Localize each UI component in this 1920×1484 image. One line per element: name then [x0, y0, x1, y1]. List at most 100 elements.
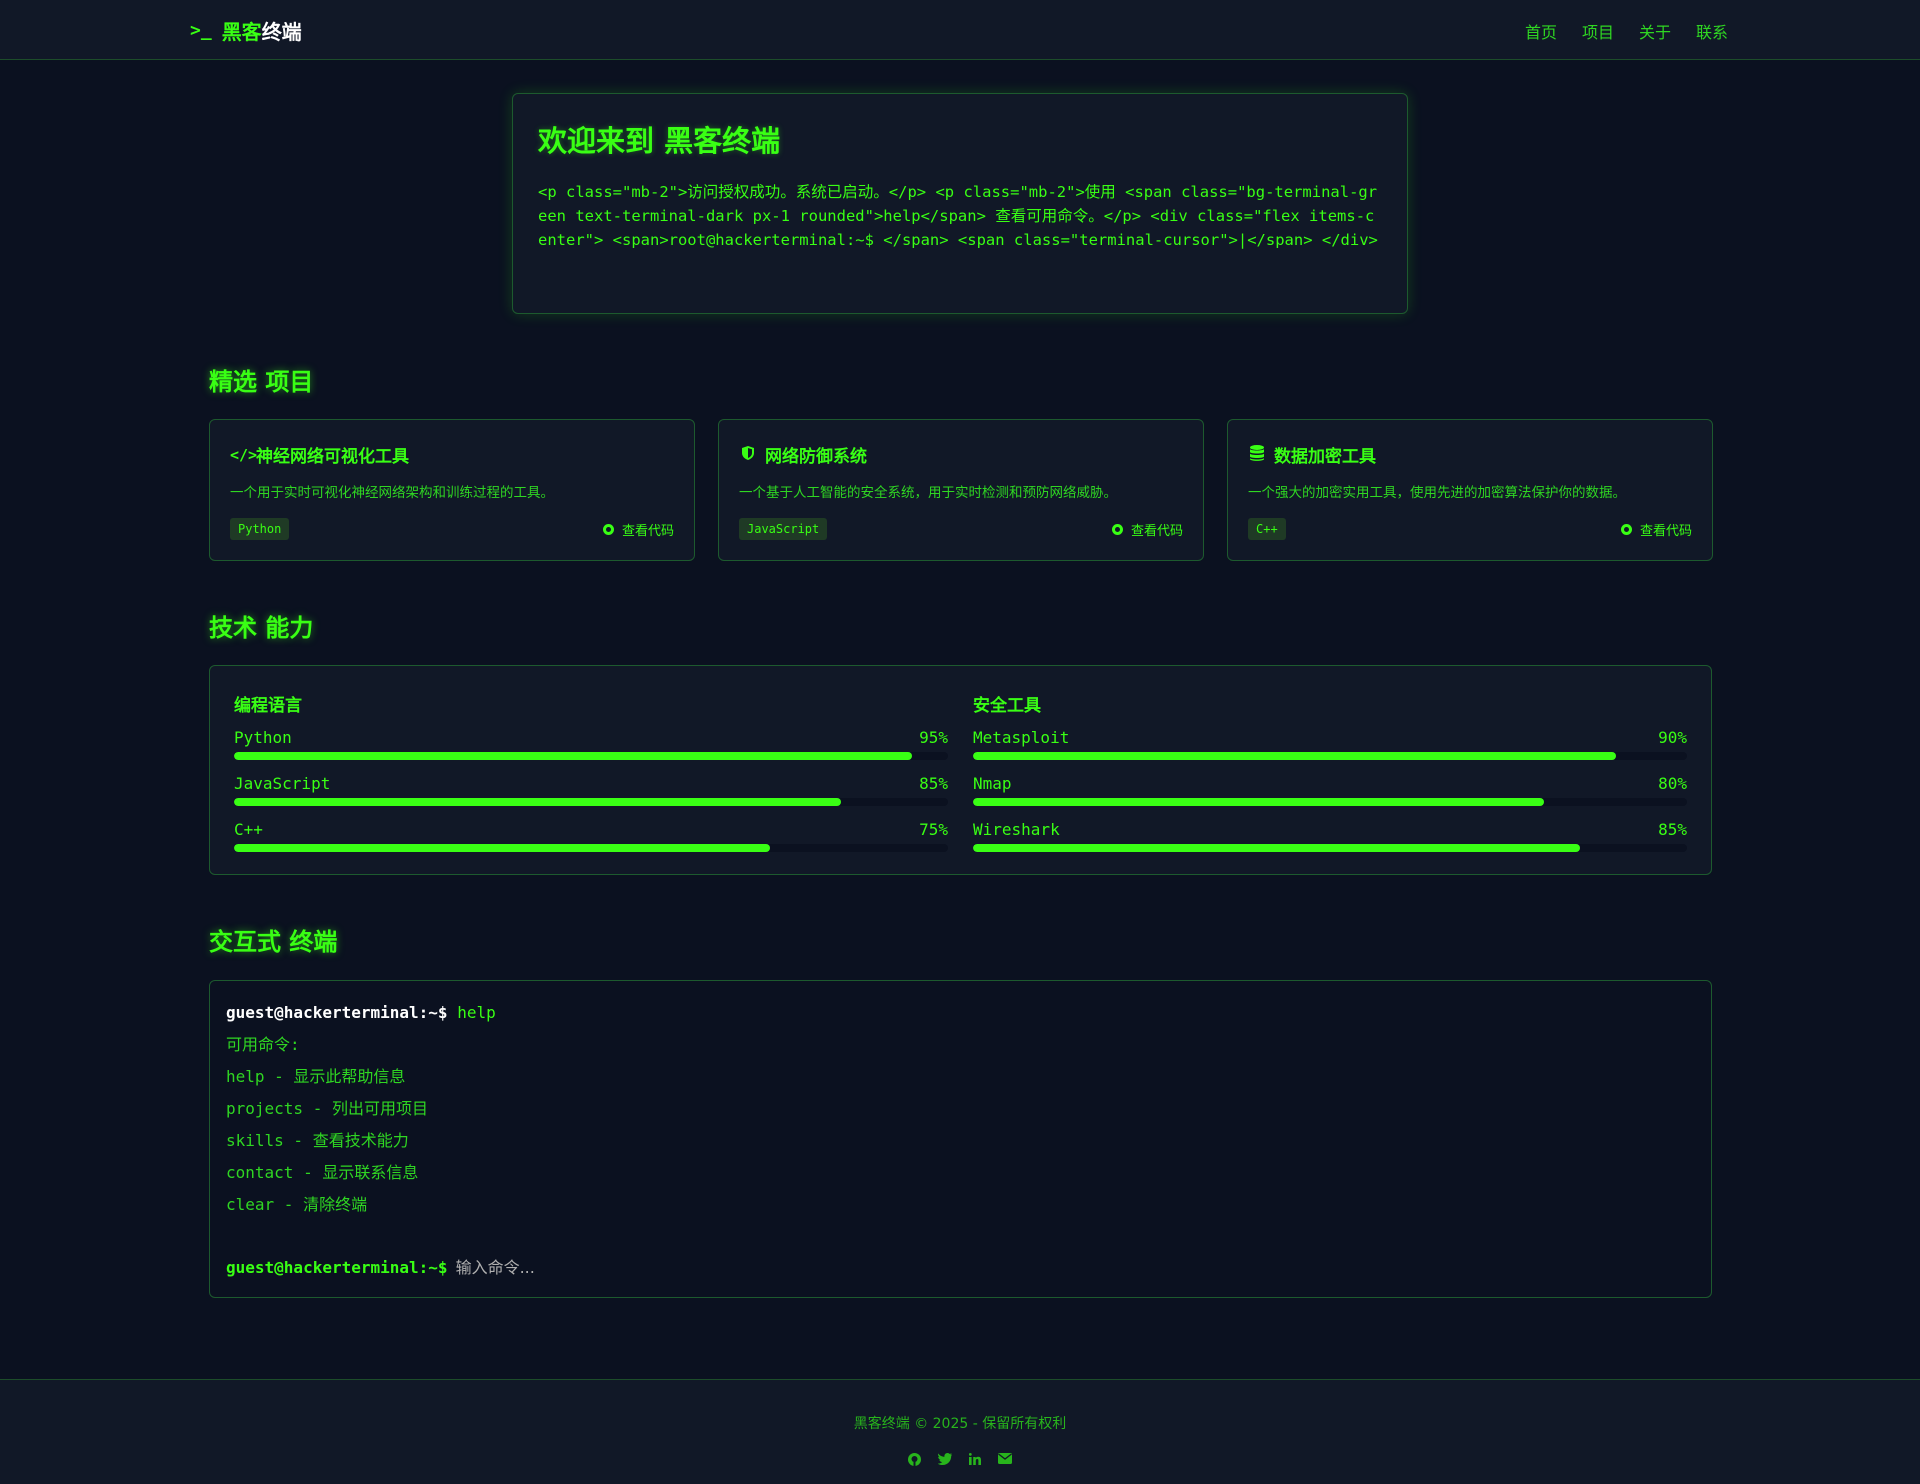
language-tag: C++: [1248, 518, 1286, 540]
skill-progress-fill: [234, 844, 770, 852]
nav-link-contact[interactable]: 联系: [1696, 19, 1728, 43]
welcome-panel: 欢迎来到 黑客终端 <p class="mb-2">访问授权成功。系统已启动。<…: [512, 93, 1408, 314]
skill-row: Python 95%: [234, 728, 948, 760]
welcome-title: 欢迎来到 黑客终端: [538, 124, 781, 158]
view-code-label: 查看代码: [1130, 523, 1183, 539]
terminal-icon: >_: [190, 20, 212, 41]
shield-icon: [739, 445, 757, 464]
skill-row: Metasploit 90%: [973, 728, 1687, 760]
skill-progress-fill: [973, 752, 1616, 760]
project-card: 数据加密工具 一个强大的加密实用工具，使用先进的加密算法保护你的数据。 C++ …: [1227, 419, 1713, 561]
project-card: </> 神经网络可视化工具 一个用于实时可视化神经网络架构和训练过程的工具。 P…: [209, 419, 695, 561]
skill-progress-fill: [234, 798, 841, 806]
terminal-output-line: projects - 列出可用项目: [226, 1099, 428, 1118]
projects-section-title: 精选 项目: [209, 367, 314, 396]
social-links: [0, 1453, 1920, 1470]
skill-progress-fill: [973, 798, 1545, 806]
skill-name: Nmap: [973, 774, 1012, 793]
github-icon: [602, 523, 614, 535]
interactive-terminal[interactable]: guest@hackerterminal:~$ help 可用命令: help …: [209, 980, 1712, 1298]
skill-row: Wireshark 85%: [973, 820, 1687, 852]
terminal-output-line: 可用命令:: [226, 1035, 300, 1054]
view-code-link[interactable]: 查看代码: [1111, 520, 1183, 539]
terminal-output-line: help - 显示此帮助信息: [226, 1067, 406, 1086]
nav-link-projects[interactable]: 项目: [1582, 19, 1614, 43]
terminal-input[interactable]: [455, 1258, 1056, 1277]
skill-row: Nmap 80%: [973, 774, 1687, 806]
skill-name: Wireshark: [973, 820, 1060, 839]
skills-tools-column: 安全工具 Metasploit 90% Nmap 80% Wireshark 85%: [973, 691, 1687, 866]
project-title: 神经网络可视化工具: [256, 447, 409, 467]
skill-percent: 85%: [919, 774, 948, 793]
code-icon: </>: [230, 445, 258, 464]
skill-percent: 95%: [919, 728, 948, 747]
email-icon[interactable]: [998, 1453, 1012, 1470]
skill-percent: 80%: [1658, 774, 1687, 793]
footer-copyright: 黑客终端 © 2025 - 保留所有权利: [853, 1416, 1067, 1432]
skill-percent: 75%: [919, 820, 948, 839]
projects-grid: </> 神经网络可视化工具 一个用于实时可视化神经网络架构和训练过程的工具。 P…: [209, 419, 1713, 561]
brand-logo[interactable]: >_ 黑客 终端: [190, 16, 302, 45]
terminal-output-line: contact - 显示联系信息: [226, 1163, 419, 1182]
project-card-title: 网络防御系统: [739, 442, 1183, 467]
project-card-footer: C++ 查看代码: [1248, 518, 1692, 540]
skill-progress-bar: [234, 844, 948, 852]
skill-progress-fill: [234, 752, 913, 760]
skill-percent: 85%: [1658, 820, 1687, 839]
github-icon: [1620, 523, 1632, 535]
project-card-footer: JavaScript 查看代码: [739, 518, 1183, 540]
nav-link-home[interactable]: 首页: [1525, 19, 1557, 43]
skill-progress-bar: [973, 752, 1687, 760]
skills-languages-column: 编程语言 Python 95% JavaScript 85% C++ 75%: [234, 691, 948, 866]
skill-progress-bar: [973, 798, 1687, 806]
view-code-label: 查看代码: [621, 523, 674, 539]
terminal-section-title: 交互式 终端: [209, 927, 338, 956]
language-tag: Python: [230, 518, 290, 540]
project-title: 数据加密工具: [1274, 447, 1376, 467]
skill-progress-bar: [234, 798, 948, 806]
terminal-command-line: guest@hackerterminal:~$ help: [226, 997, 1695, 1029]
project-description: 一个强大的加密实用工具，使用先进的加密算法保护你的数据。: [1248, 485, 1626, 501]
project-title: 网络防御系统: [765, 447, 867, 467]
project-description: 一个基于人工智能的安全系统，用于实时检测和预防网络威胁。: [739, 485, 1117, 501]
twitter-icon[interactable]: [937, 1453, 952, 1470]
view-code-link[interactable]: 查看代码: [1620, 520, 1692, 539]
terminal-command: help: [457, 1003, 496, 1022]
skills-section-title: 技术 能力: [209, 613, 314, 642]
skill-name: C++: [234, 820, 263, 839]
language-tag: JavaScript: [739, 518, 828, 540]
project-card: 网络防御系统 一个基于人工智能的安全系统，用于实时检测和预防网络威胁。 Java…: [718, 419, 1204, 561]
terminal-output-line: clear - 清除终端: [226, 1195, 368, 1214]
navbar: >_ 黑客 终端 首页 项目 关于 联系: [0, 0, 1920, 60]
terminal-input-prompt: guest@hackerterminal:~$: [226, 1258, 448, 1277]
github-icon: [1111, 523, 1123, 535]
skills-tools-title: 安全工具: [973, 696, 1041, 716]
skill-name: Metasploit: [973, 728, 1070, 747]
project-card-title: 数据加密工具: [1248, 442, 1692, 467]
skill-progress-fill: [973, 844, 1580, 852]
database-icon: [1248, 444, 1266, 465]
skill-percent: 90%: [1658, 728, 1687, 747]
footer: 黑客终端 © 2025 - 保留所有权利: [0, 1379, 1920, 1484]
skill-progress-bar: [234, 752, 948, 760]
skill-row: C++ 75%: [234, 820, 948, 852]
linkedin-icon[interactable]: [968, 1453, 981, 1470]
github-icon[interactable]: [908, 1453, 921, 1470]
brand-name-part1: 黑客: [221, 20, 262, 44]
project-card-footer: Python 查看代码: [230, 518, 674, 540]
project-card-title: </> 神经网络可视化工具: [230, 442, 674, 468]
terminal-output-line: skills - 查看技术能力: [226, 1131, 409, 1150]
skill-name: JavaScript: [234, 774, 331, 793]
welcome-text: <p class="mb-2">访问授权成功。系统已启动。</p> <p cla…: [538, 183, 1378, 249]
nav-links: 首页 项目 关于 联系: [1525, 19, 1728, 43]
project-description: 一个用于实时可视化神经网络架构和训练过程的工具。: [230, 485, 554, 501]
view-code-label: 查看代码: [1639, 523, 1692, 539]
skills-panel: 编程语言 Python 95% JavaScript 85% C++ 75% 安全工具…: [209, 665, 1712, 875]
skills-languages-title: 编程语言: [234, 696, 302, 716]
skill-progress-bar: [973, 844, 1687, 852]
view-code-link[interactable]: 查看代码: [602, 520, 674, 539]
terminal-prompt: guest@hackerterminal:~$: [226, 1003, 448, 1022]
skill-row: JavaScript 85%: [234, 774, 948, 806]
nav-link-about[interactable]: 关于: [1639, 19, 1671, 43]
terminal-input-row: guest@hackerterminal:~$: [226, 1258, 1056, 1277]
